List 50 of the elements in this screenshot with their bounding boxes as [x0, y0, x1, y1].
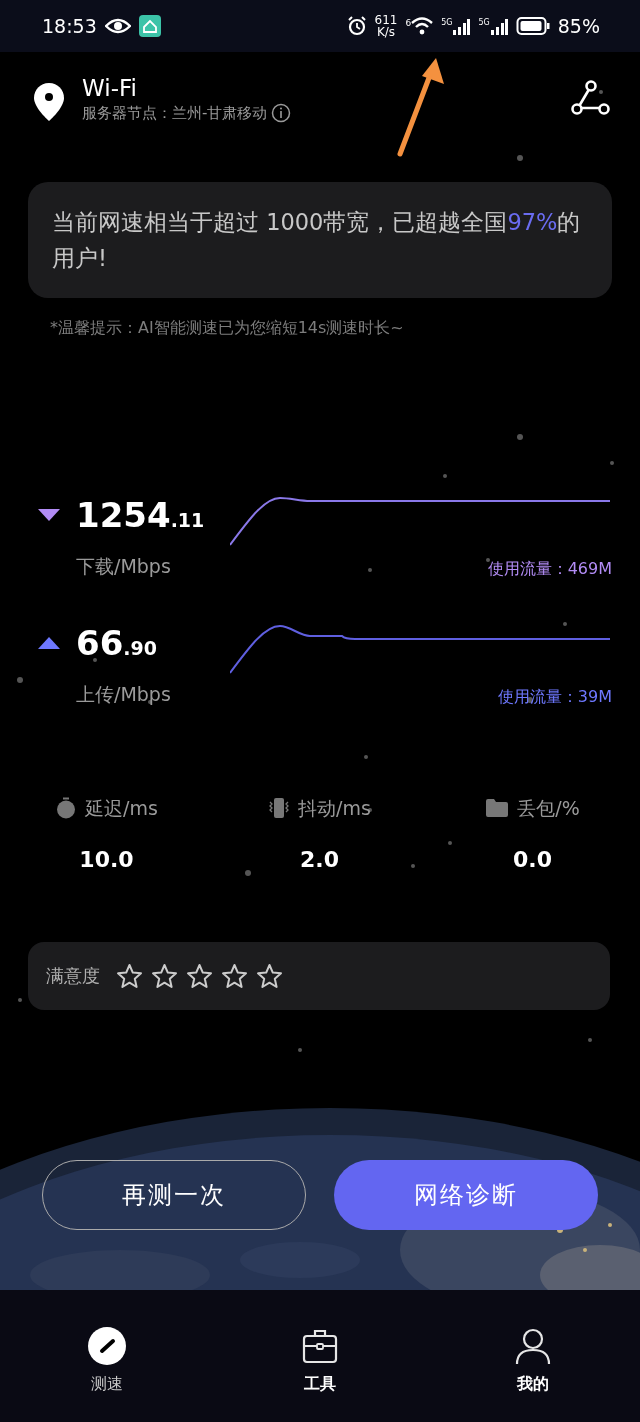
- metric-value: 2.0: [300, 845, 339, 874]
- app-icon: [138, 15, 161, 37]
- server-location-text: 服务器节点：兰州-甘肃移动: [82, 103, 268, 124]
- battery-icon: [515, 16, 550, 36]
- metric-value: 10.0: [79, 845, 134, 874]
- location-pin-icon: [32, 82, 66, 122]
- nav-tab[interactable]: 测速: [0, 1290, 213, 1422]
- network-speed: 611: [374, 14, 398, 26]
- star-icon[interactable]: [256, 962, 283, 989]
- star-icon[interactable]: [116, 962, 143, 989]
- download-icon: [38, 509, 60, 521]
- gauge-icon: [86, 1326, 127, 1366]
- speed-unit: 上传/Mbps: [76, 682, 172, 707]
- wifi-icon: [411, 17, 434, 35]
- nav-tab[interactable]: 我的: [426, 1290, 639, 1422]
- traffic-usage: 使用流量：469M: [487, 558, 612, 580]
- nav-tab[interactable]: 工具: [213, 1290, 426, 1422]
- stopwatch-icon: [55, 797, 78, 820]
- eye-icon: [104, 17, 131, 35]
- metric-label: 丢包/%: [517, 796, 580, 821]
- star-icon[interactable]: [151, 962, 178, 989]
- status-time: 18:53: [42, 13, 97, 39]
- metric-label: 延迟/ms: [85, 796, 158, 821]
- rating-label: 满意度: [46, 964, 100, 988]
- speed-unit: 下载/Mbps: [76, 554, 172, 579]
- upload-icon: [38, 637, 60, 649]
- folder-icon: [485, 798, 510, 819]
- sim-label: 5G: [478, 17, 490, 29]
- retest-button[interactable]: 再测一次: [42, 1159, 306, 1230]
- sim-label: 5G: [441, 17, 453, 29]
- speed-value: 1254.11: [76, 495, 206, 537]
- star-icon[interactable]: [186, 962, 213, 989]
- alarm-icon: [346, 16, 367, 36]
- vibration-icon: [268, 797, 291, 820]
- star-icon[interactable]: [221, 962, 248, 989]
- info-icon[interactable]: [271, 103, 292, 124]
- wifi-standard-label: 6: [405, 17, 412, 30]
- network-speed: K/s: [376, 26, 396, 38]
- signal-icon: [452, 17, 471, 35]
- result-summary: 当前网速相当于超过 1000带宽，已超越全国97%的用户!: [28, 182, 612, 298]
- speed-value: 66.90: [76, 623, 158, 665]
- metric-value: 0.0: [513, 845, 552, 874]
- metric-label: 抖动/ms: [298, 796, 371, 821]
- tip-text: *温馨提示：AI智能测速已为您缩短14s测速时长~: [50, 317, 405, 339]
- battery-percent: 85%: [557, 13, 600, 39]
- traffic-usage: 使用流量：39M: [497, 686, 612, 708]
- diagnose-button[interactable]: 网络诊断: [334, 1159, 598, 1230]
- share-icon[interactable]: [570, 80, 610, 116]
- signal-icon: [489, 17, 508, 35]
- network-name: Wi-Fi: [82, 74, 138, 102]
